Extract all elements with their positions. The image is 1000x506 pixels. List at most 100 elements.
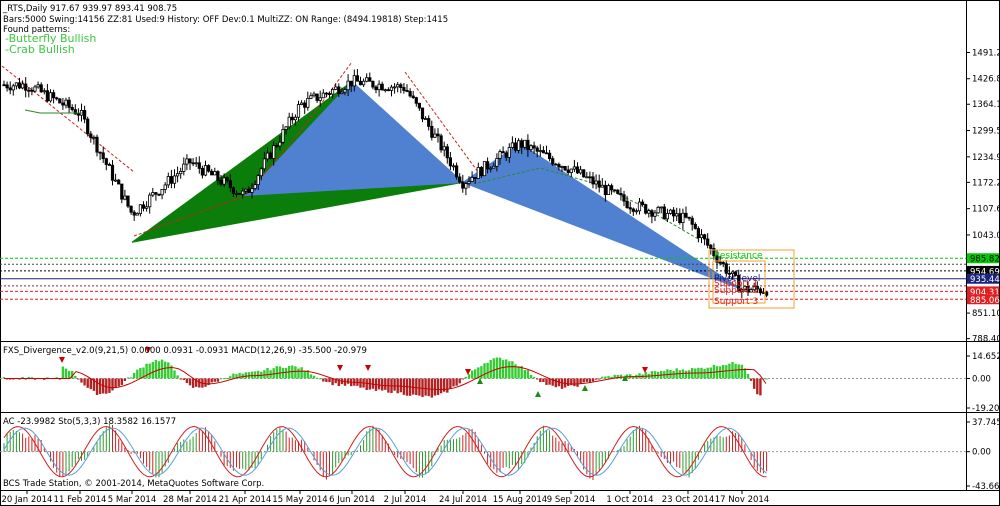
candle-body <box>405 90 409 92</box>
trend-line-a <box>1 65 135 173</box>
candle-body <box>761 292 766 294</box>
time-tick-label: 17 Nov 2014 <box>715 495 769 505</box>
macd-bar <box>393 378 396 391</box>
macd-bar <box>638 373 641 379</box>
macd-bar <box>517 366 520 379</box>
macd-bar <box>532 376 536 379</box>
chart-svg: ResistancePivot levelSupport 1Support 2S… <box>0 0 1000 506</box>
candle-body <box>126 195 130 207</box>
macd-bar <box>244 372 247 379</box>
macd-bar <box>315 377 319 379</box>
candle-body <box>653 212 657 217</box>
macd-bar <box>232 373 235 379</box>
level-label: Support 3 <box>714 297 758 307</box>
candle-body <box>687 216 691 219</box>
candle-body <box>256 175 260 186</box>
macd-bar <box>415 378 418 396</box>
candle-body <box>86 118 90 135</box>
macd-axis: 14.6529 0.00 -19.2084 <box>966 352 1000 414</box>
macd-bar <box>117 378 120 387</box>
macd-bar <box>539 378 542 383</box>
macd-bar <box>136 369 139 379</box>
macd-bar <box>529 374 533 379</box>
candle-body <box>507 147 511 158</box>
candle-body <box>699 234 704 239</box>
macd-bar <box>474 369 477 379</box>
macd-bar <box>759 378 762 396</box>
candle-body <box>445 146 449 159</box>
candle-body <box>203 165 208 176</box>
candle-body <box>175 173 180 177</box>
macd-bar <box>542 378 545 382</box>
candle-body <box>380 83 384 91</box>
candle-body <box>45 90 50 102</box>
macd-bar <box>718 366 722 379</box>
macd-bar <box>164 361 167 379</box>
candle-body <box>417 102 422 109</box>
candle-body <box>52 92 56 99</box>
candle-body <box>603 184 608 195</box>
candle-body <box>594 180 598 185</box>
macd-bar <box>331 378 334 386</box>
macd-bar <box>133 372 136 379</box>
macd-bar <box>452 378 455 387</box>
macd-bar <box>591 378 595 382</box>
time-tick-label: 15 May 2014 <box>272 495 327 505</box>
candle-body <box>148 194 152 208</box>
macd-bar <box>486 362 489 379</box>
macd-bar <box>210 378 213 383</box>
candle-body <box>613 189 617 192</box>
level-labels: ResistancePivot levelSupport 1Support 2S… <box>714 251 763 307</box>
time-axis: 20 Jan 2014 11 Feb 2014 5 Mar 2014 28 Mar 2… <box>2 490 769 505</box>
candle-body <box>473 177 477 179</box>
macd-bar <box>501 360 505 379</box>
macd-bar <box>275 366 278 379</box>
candle-body <box>582 169 586 178</box>
macd-bar <box>176 375 179 379</box>
candle-body <box>163 184 167 190</box>
macd-bar <box>377 378 381 390</box>
candle-body <box>191 162 195 165</box>
macd-bar <box>188 378 192 386</box>
candle-body <box>352 75 356 87</box>
macd-bar <box>222 378 226 380</box>
candle-body <box>268 152 273 159</box>
macd-bar <box>328 378 331 383</box>
macd-bar <box>492 358 495 379</box>
candle-body <box>24 83 28 91</box>
macd-bar <box>300 367 303 379</box>
candle-body <box>458 176 462 183</box>
candle-body <box>591 176 595 185</box>
macd-tick-label: 14.6529 <box>972 352 1000 362</box>
candle-body <box>247 188 251 193</box>
candle-body <box>225 177 229 182</box>
candle-body <box>20 83 25 89</box>
candle-body <box>334 86 338 90</box>
price-tag-label: 985.82 <box>970 255 1000 265</box>
candle-body <box>461 181 465 189</box>
macd-bar <box>598 378 601 380</box>
candle-body <box>585 176 589 179</box>
candle-body <box>433 133 437 138</box>
macd-bar <box>108 378 111 393</box>
macd-bar <box>746 373 750 379</box>
candle-body <box>535 147 539 152</box>
candle-body <box>107 164 111 166</box>
candle-body <box>55 97 59 100</box>
candle-body <box>476 167 480 179</box>
candle-body <box>696 228 701 239</box>
candle-body <box>231 187 235 194</box>
candle-body <box>182 163 186 172</box>
candle-body <box>389 86 394 91</box>
candle-body <box>14 82 18 87</box>
ac-label: AC -23.9982 Sto(5,3,3) 18.3582 16.1577 <box>3 417 176 427</box>
divergence-arrow <box>465 369 471 375</box>
macd-bar <box>505 359 508 379</box>
divergence-arrow <box>59 357 65 363</box>
candle-body <box>529 145 533 150</box>
price-tick-label: 1364.10 <box>972 100 1000 110</box>
candle-body <box>216 171 220 181</box>
time-tick-label: 23 Oct 2014 <box>662 495 715 505</box>
macd-bar <box>83 378 86 386</box>
macd-bar <box>263 370 266 379</box>
